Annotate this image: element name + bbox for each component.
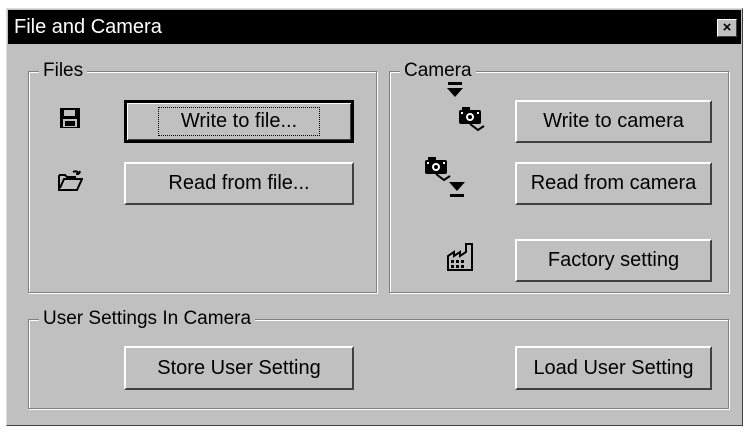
read-from-file-button[interactable]: Read from file... <box>124 162 354 205</box>
factory-setting-label: Factory setting <box>547 249 680 271</box>
file-and-camera-dialog: File and Camera × Files Write to file...… <box>6 8 743 426</box>
factory-setting-button[interactable]: Factory setting <box>515 239 712 282</box>
window-title: File and Camera <box>14 16 162 38</box>
camera-group: Camera Write to camera Read from camera … <box>389 60 729 293</box>
read-from-file-label: Read from file... <box>168 172 310 194</box>
close-icon: × <box>722 19 732 36</box>
store-user-setting-label: Store User Setting <box>157 356 321 379</box>
user-settings-group: User Settings In Camera Store User Setti… <box>28 308 729 409</box>
load-user-setting-label: Load User Setting <box>533 356 694 379</box>
camera-to-arrow-icon <box>425 157 465 197</box>
read-from-camera-label: Read from camera <box>530 172 697 194</box>
user-settings-legend: User Settings In Camera <box>39 308 256 330</box>
load-user-setting-button[interactable]: Load User Setting <box>515 346 712 390</box>
write-to-file-label: Write to file... <box>157 107 321 136</box>
factory-icon <box>447 243 473 271</box>
arrow-to-camera-icon <box>447 82 485 132</box>
files-group: Files Write to file... Read from file... <box>28 60 377 293</box>
title-bar: File and Camera × <box>8 10 741 44</box>
read-from-camera-button[interactable]: Read from camera <box>515 162 712 205</box>
write-to-file-button[interactable]: Write to file... <box>124 100 354 143</box>
camera-legend: Camera <box>400 60 476 82</box>
files-legend: Files <box>39 60 88 82</box>
write-to-camera-label: Write to camera <box>543 110 684 132</box>
store-user-setting-button[interactable]: Store User Setting <box>124 346 354 390</box>
close-button[interactable]: × <box>717 19 737 37</box>
write-to-camera-button[interactable]: Write to camera <box>515 100 712 143</box>
open-folder-icon <box>58 170 83 191</box>
floppy-disk-icon <box>60 108 80 128</box>
